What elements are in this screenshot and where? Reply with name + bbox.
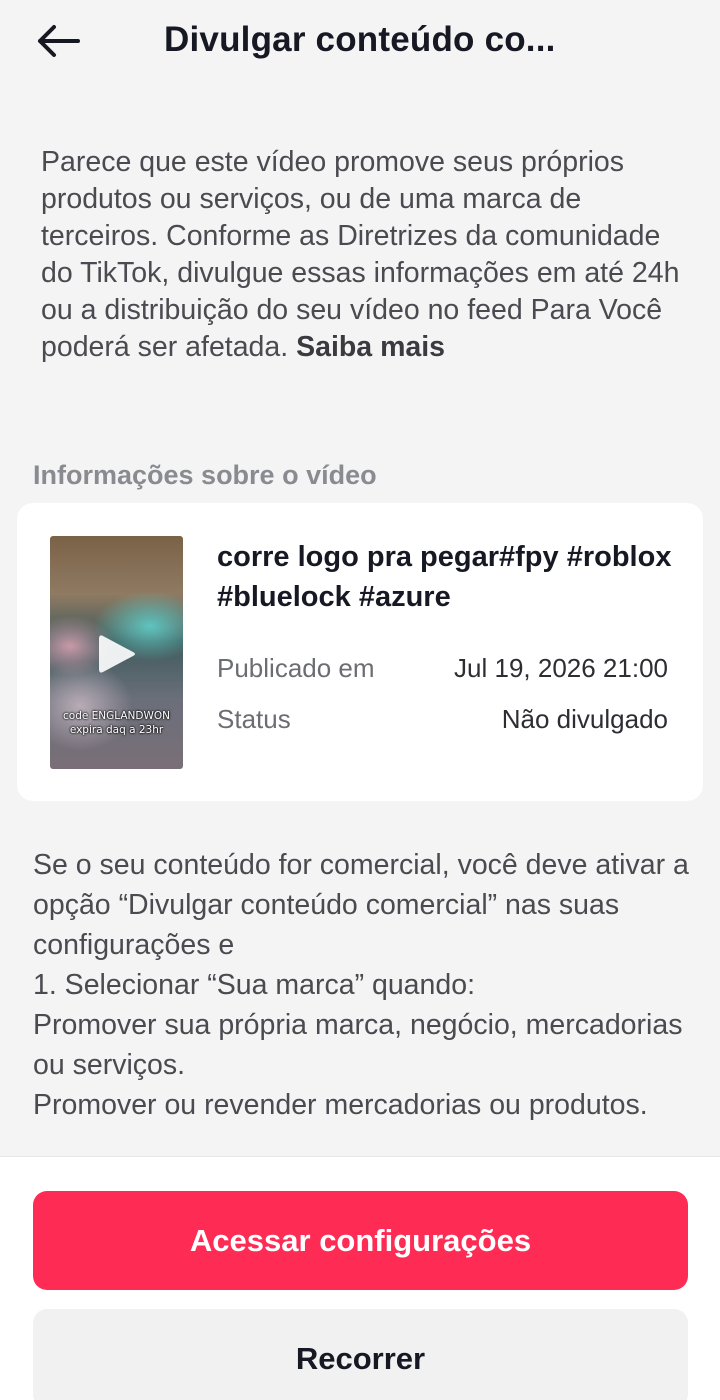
thumbnail-caption-line2: expira daq a 23hr (69, 724, 164, 736)
video-info-card: code ENGLANDWON expira daq a 23hr corre … (17, 503, 703, 801)
body-paragraph: Promover ou revender mercadorias ou prod… (33, 1089, 648, 1121)
page-title: Divulgar conteúdo co... (164, 20, 556, 59)
bottom-action-bar: Acessar configurações Recorrer (0, 1156, 720, 1400)
status-label: Status (217, 704, 291, 734)
commercial-content-info: Se o seu conteúdo for comercial, você de… (33, 845, 693, 1125)
video-thumbnail[interactable]: code ENGLANDWON expira daq a 23hr (50, 536, 183, 769)
video-caption: corre logo pra pegar#fpy #roblox #bluelo… (217, 541, 672, 613)
play-icon (99, 635, 135, 673)
body-paragraph: Promover sua própria marca, negócio, mer… (33, 1009, 683, 1081)
page: Divulgar conteúdo co... Parece que este … (0, 0, 720, 1400)
arrow-left-icon (38, 25, 80, 57)
published-label: Publicado em (217, 653, 375, 683)
appeal-button[interactable]: Recorrer (33, 1309, 688, 1400)
intro-text: Parece que este vídeo promove seus própr… (41, 144, 691, 366)
body-paragraph: 1. Selecionar “Sua marca” quando: (33, 969, 476, 1001)
video-info-label: Informações sobre o vídeo (33, 460, 377, 490)
learn-more-link[interactable]: Saiba mais (296, 331, 445, 363)
thumbnail-caption-line1: code ENGLANDWON (63, 710, 170, 722)
access-settings-button[interactable]: Acessar configurações (33, 1191, 688, 1290)
published-value: Jul 19, 2026 21:00 (454, 653, 668, 683)
status-value: Não divulgado (501, 704, 668, 734)
header: Divulgar conteúdo co... (0, 0, 720, 82)
back-button[interactable] (30, 16, 86, 66)
body-paragraph: Se o seu conteúdo for comercial, você de… (33, 849, 689, 961)
